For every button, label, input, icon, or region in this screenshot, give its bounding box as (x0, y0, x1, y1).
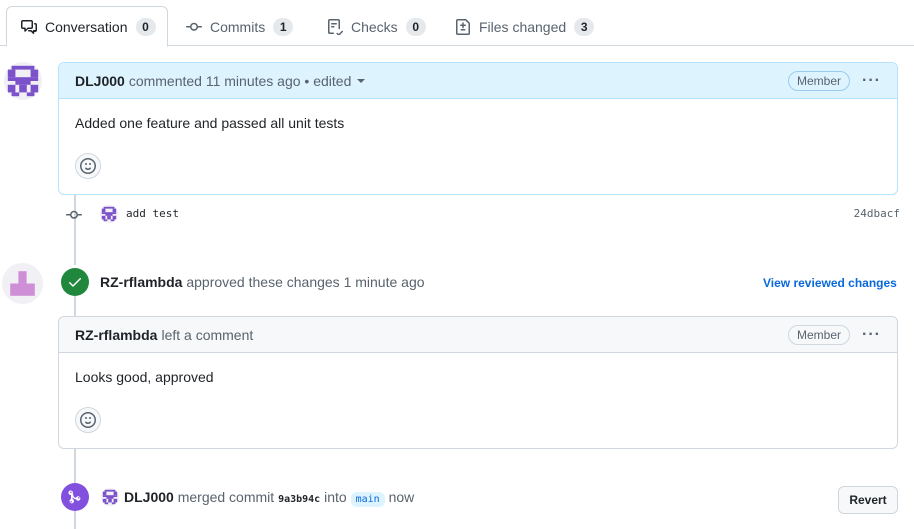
merge-into-text: into (324, 489, 347, 505)
avatar[interactable] (2, 263, 43, 304)
tab-counter: 0 (135, 17, 156, 36)
merge-author[interactable]: DLJ000 (124, 489, 174, 505)
tab-counter: 1 (273, 17, 294, 36)
comment-header: RZ-rflambda left a comment Member ··· (59, 317, 897, 353)
review-event: RZ-rflambda approved these changes 1 min… (100, 274, 425, 290)
comment-author[interactable]: RZ-rflambda (75, 327, 157, 343)
commit-icon (66, 207, 82, 223)
kebab-horizontal-icon[interactable]: ··· (862, 326, 881, 344)
commit-message-link[interactable]: add test (126, 207, 179, 220)
review-event-text: approved these changes 1 minute ago (186, 274, 425, 290)
commit-row: add test 24dbacf (60, 203, 900, 227)
avatar[interactable] (100, 205, 118, 223)
review-comment-box: RZ-rflambda left a comment Member ··· Lo… (58, 316, 898, 449)
add-reaction-button[interactable] (75, 407, 101, 433)
tab-counter: 3 (574, 17, 595, 36)
tab-label: Files changed (479, 18, 567, 35)
member-badge: Member (788, 70, 851, 91)
tab-conversation[interactable]: Conversation 0 (6, 6, 168, 47)
tab-counter: 0 (405, 17, 426, 36)
merge-commit-sha-link[interactable]: 9a3b94c (278, 494, 320, 505)
smiley-icon (80, 158, 96, 174)
comment-body: Looks good, approved (75, 369, 214, 385)
approved-check-icon (61, 268, 89, 296)
comment-header: DLJ000 commented 11 minutes ago • edited… (59, 63, 897, 99)
tab-checks[interactable]: Checks 0 (327, 7, 426, 46)
merge-text: merged commit (177, 489, 275, 505)
file-diff-icon (455, 18, 471, 35)
avatar[interactable] (4, 62, 42, 100)
merge-event: DLJ000 merged commit 9a3b94c into main n… (124, 489, 415, 507)
avatar[interactable] (101, 488, 119, 506)
tab-label: Checks (351, 18, 398, 35)
member-badge: Member (788, 324, 851, 345)
comment-meta: left a comment (161, 326, 254, 343)
tab-label: Commits (210, 18, 266, 35)
checklist-icon (327, 18, 343, 35)
comment-meta[interactable]: commented 11 minutes ago • edited (129, 73, 352, 89)
commit-sha-link[interactable]: 24dbacf (854, 207, 900, 220)
tab-label: Conversation (45, 18, 128, 35)
tab-commits[interactable]: Commits 1 (186, 7, 294, 46)
view-reviewed-changes-link[interactable]: View reviewed changes (763, 276, 897, 290)
revert-button[interactable]: Revert (838, 486, 898, 514)
merge-time: now (388, 489, 415, 505)
pr-tab-bar: Conversation 0 Commits 1 Checks 0 Files … (0, 0, 914, 47)
comment-box: DLJ000 commented 11 minutes ago • edited… (58, 62, 898, 195)
comment-body: Added one feature and passed all unit te… (75, 115, 345, 131)
conversation-icon (21, 19, 37, 35)
smiley-icon (80, 412, 96, 428)
timeline-line (74, 296, 76, 316)
review-author[interactable]: RZ-rflambda (100, 274, 182, 290)
chevron-down-icon[interactable] (357, 78, 366, 83)
tab-files-changed[interactable]: Files changed 3 (455, 7, 595, 46)
git-merge-icon (61, 483, 89, 511)
comment-author[interactable]: DLJ000 (75, 73, 125, 89)
add-reaction-button[interactable] (75, 153, 101, 179)
commit-icon (186, 19, 202, 35)
branch-label[interactable]: main (350, 492, 385, 507)
kebab-horizontal-icon[interactable]: ··· (862, 72, 881, 90)
